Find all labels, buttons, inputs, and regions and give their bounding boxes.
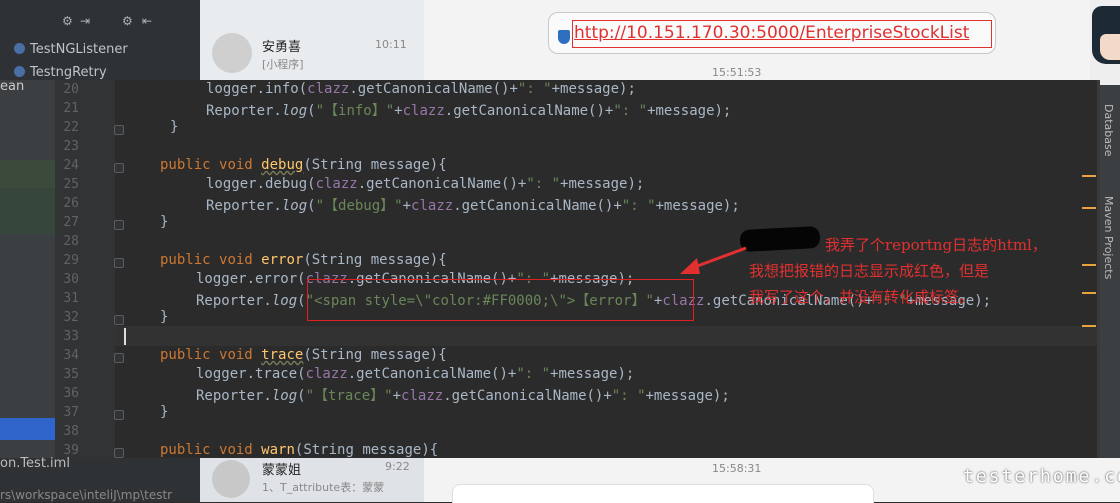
line-number: 29 — [63, 253, 79, 268]
chat-contact-preview: [小程序] — [262, 58, 304, 71]
code-line[interactable]: public void trace(String message){ — [160, 347, 447, 363]
warning-marker[interactable] — [1082, 207, 1096, 209]
line-number: 36 — [63, 386, 79, 401]
fold-marker[interactable] — [114, 353, 124, 363]
line-number: 26 — [63, 196, 79, 211]
line-number: 34 — [63, 348, 79, 363]
highlight-box — [572, 20, 992, 48]
fold-marker[interactable] — [114, 220, 124, 230]
code-line[interactable]: public void warn(String message){ — [160, 442, 438, 458]
gear-icon[interactable]: ⚙ — [122, 14, 133, 28]
line-number: 20 — [63, 82, 79, 97]
annotation-line: 我写了这个，并没有转化成标签。 — [749, 288, 975, 306]
project-tree-row[interactable] — [0, 160, 55, 188]
line-number: 24 — [63, 158, 79, 173]
code-line[interactable]: Reporter.log("【info】"+clazz.getCanonical… — [206, 100, 731, 120]
chat-contact-time: 9:22 — [385, 460, 410, 473]
tool-window-maven[interactable]: Maven Projects — [1102, 196, 1115, 279]
current-line-highlight — [115, 326, 1097, 346]
shield-icon — [558, 30, 570, 44]
code-line[interactable]: } — [160, 404, 168, 420]
avatar-face — [1100, 34, 1120, 60]
project-item-testnglistener[interactable]: TestNGListener — [14, 42, 128, 57]
line-number: 35 — [63, 367, 79, 382]
code-line[interactable]: Reporter.log("【debug】"+clazz.getCanonica… — [206, 195, 740, 215]
fold-marker[interactable] — [114, 258, 124, 268]
fold-marker[interactable] — [114, 163, 124, 173]
fold-marker[interactable] — [114, 315, 124, 325]
project-item-testngretry[interactable]: TestngRetry — [14, 65, 107, 80]
message-timestamp: 15:58:31 — [712, 462, 762, 475]
code-line[interactable]: Reporter.log("【trace】"+clazz.getCanonica… — [196, 385, 730, 405]
class-icon — [14, 66, 25, 77]
fold-marker[interactable] — [114, 448, 124, 458]
project-toolbar: ⚙ ⇥ ⚙ ⇤ — [0, 12, 200, 30]
avatar[interactable] — [212, 460, 250, 498]
line-number: 30 — [63, 272, 79, 287]
annotation-line: 我想把报错的日志显示成红色，但是 — [749, 262, 990, 280]
line-number: 21 — [63, 101, 79, 116]
line-number: 22 — [63, 120, 79, 135]
code-line[interactable]: logger.trace(clazz.getCanonicalName()+":… — [196, 366, 634, 382]
chat-contact-name[interactable]: 蒙蒙姐 — [262, 459, 301, 478]
chat-contact-time: 10:11 — [375, 38, 407, 51]
code-line[interactable]: logger.info(clazz.getCanonicalName()+": … — [206, 81, 636, 97]
message-timestamp: 15:51:53 — [712, 66, 762, 79]
project-tree — [0, 80, 55, 458]
warning-marker[interactable] — [1082, 175, 1096, 177]
class-icon — [14, 43, 25, 54]
line-number: 31 — [63, 291, 79, 306]
scroll-icon[interactable]: ⇥ — [80, 14, 90, 28]
watermark: testerhome.com — [963, 466, 1120, 487]
editor-gutter — [55, 80, 115, 458]
code-line[interactable]: public void error(String message){ — [160, 252, 447, 268]
code-line[interactable]: logger.debug(clazz.getCanonicalName()+":… — [206, 176, 644, 192]
warning-marker[interactable] — [1082, 325, 1096, 327]
project-tree-label: ean — [0, 79, 25, 94]
fold-marker[interactable] — [114, 125, 124, 135]
project-tree-selected-row[interactable] — [0, 418, 55, 440]
line-number: 32 — [63, 310, 79, 325]
text-caret — [124, 328, 126, 345]
line-number: 25 — [63, 177, 79, 192]
annotation-text: 我弄了个reportng日志的html， 我想把报错的日志显示成红色，但是 我写… — [749, 232, 1089, 310]
line-number: 38 — [63, 424, 79, 439]
fold-marker[interactable] — [114, 410, 124, 420]
settings-icon[interactable]: ⚙ — [62, 14, 73, 28]
line-number: 37 — [63, 405, 79, 420]
avatar[interactable] — [212, 33, 252, 73]
project-file-label[interactable]: on.Test.iml — [0, 456, 70, 471]
line-number: 23 — [63, 139, 79, 154]
project-path-label: rs\workspace\inteliJ\mp\testr — [0, 488, 173, 502]
line-number: 27 — [63, 215, 79, 230]
line-number: 33 — [63, 329, 79, 344]
code-line[interactable]: } — [170, 119, 178, 135]
message-bubble — [452, 484, 874, 503]
highlight-box — [307, 279, 694, 321]
code-line[interactable]: } — [160, 214, 168, 230]
chat-contact-preview: 1、T_attribute表：蒙蒙 — [262, 481, 385, 494]
hide-icon[interactable]: ⇤ — [142, 14, 152, 28]
tool-window-database[interactable]: Database — [1102, 104, 1115, 157]
project-tree-row[interactable] — [0, 188, 55, 234]
code-line[interactable]: } — [160, 309, 168, 325]
line-number: 28 — [63, 234, 79, 249]
annotation-line: 我弄了个reportng日志的html， — [825, 236, 1047, 254]
code-line[interactable]: public void debug(String message){ — [160, 157, 447, 173]
chat-contact-name[interactable]: 安勇喜 — [262, 36, 301, 55]
